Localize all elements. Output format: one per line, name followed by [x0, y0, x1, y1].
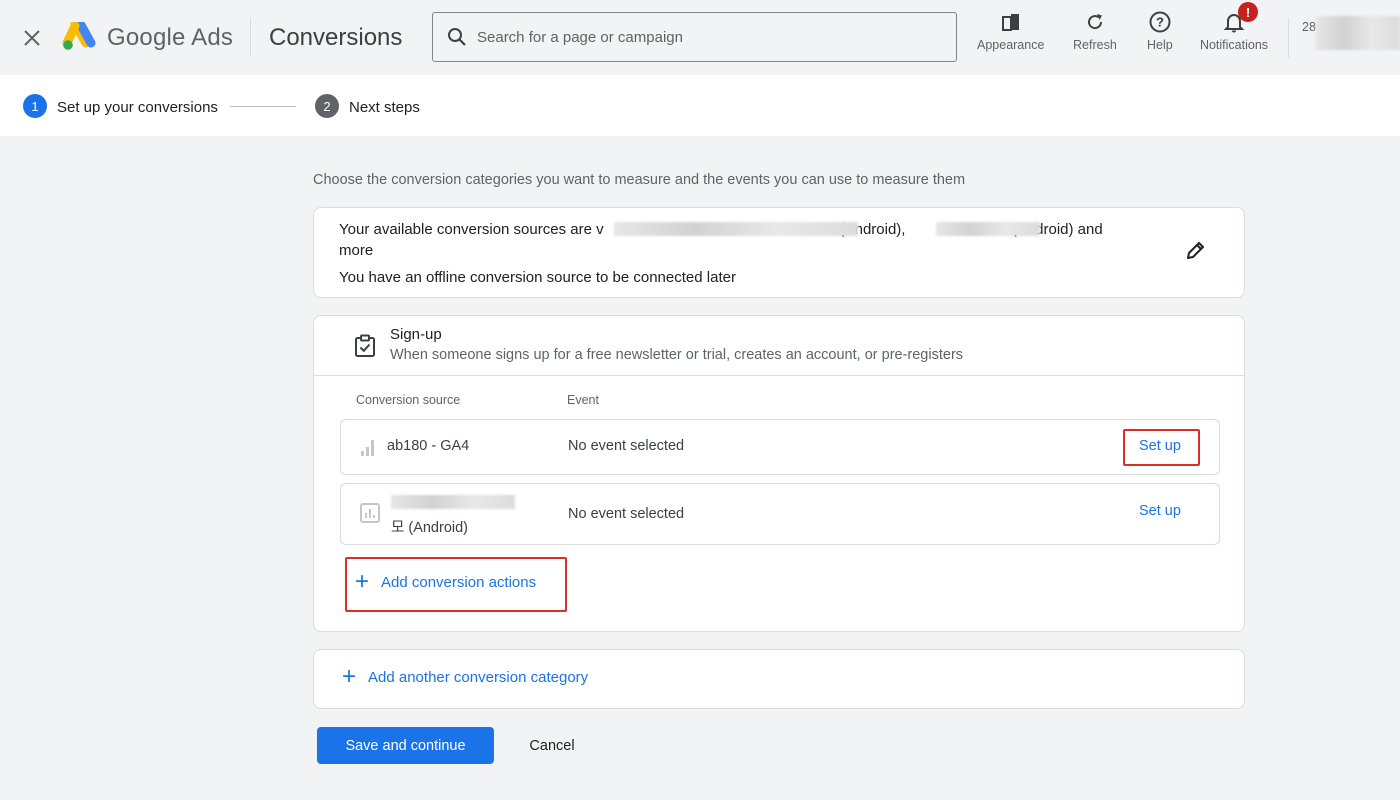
- plus-icon: +: [342, 663, 357, 690]
- column-header-event: Event: [567, 393, 599, 407]
- add-category-card: + Add another conversion category: [313, 649, 1245, 709]
- row-source: ab180 - GA4: [387, 438, 470, 454]
- search-box[interactable]: [432, 12, 957, 62]
- save-and-continue-button[interactable]: Save and continue: [317, 727, 494, 764]
- add-conversion-category-button[interactable]: + Add another conversion category: [342, 663, 589, 690]
- search-input[interactable]: [477, 28, 937, 46]
- brand-name: Google Ads: [107, 24, 234, 51]
- header-divider-right: [1288, 18, 1289, 58]
- google-ads-logo-icon: [62, 19, 96, 52]
- notifications-label: Notifications: [1199, 38, 1269, 52]
- redacted-source-1: [614, 222, 858, 236]
- svg-text:?: ?: [1156, 15, 1164, 30]
- row-source: 모 (Android): [391, 520, 469, 536]
- category-title: Sign-up: [390, 326, 442, 343]
- redacted-account: [1316, 16, 1400, 50]
- conversion-sources-card: Your available conversion sources are v(…: [313, 207, 1245, 298]
- table-row: 모 (Android) No event selected Set up: [340, 483, 1220, 545]
- bell-icon: !: [1196, 2, 1272, 36]
- redacted-source-name: [391, 495, 515, 509]
- notifications-button[interactable]: ! Notifications: [1196, 2, 1272, 52]
- column-header-source: Conversion source: [356, 393, 461, 407]
- account-id[interactable]: 28: [1302, 20, 1316, 34]
- refresh-label: Refresh: [1073, 38, 1117, 52]
- stepper: 1 Set up your conversions 2 Next steps: [0, 75, 1400, 136]
- table-row: ab180 - GA4 No event selected Set up: [340, 419, 1220, 475]
- signal-bars-icon: [360, 437, 376, 462]
- notification-badge: !: [1238, 2, 1258, 22]
- refresh-button[interactable]: Refresh: [1073, 8, 1117, 52]
- signup-category-card: Sign-up When someone signs up for a free…: [313, 315, 1245, 632]
- close-icon[interactable]: [20, 26, 44, 50]
- row-event: No event selected: [568, 506, 685, 522]
- sources-prefix: Your available conversion sources are: [339, 221, 597, 238]
- redacted-source-2: [936, 222, 1040, 236]
- page-title: Conversions: [269, 24, 403, 51]
- cancel-button[interactable]: Cancel: [512, 727, 592, 764]
- clipboard-check-icon: [354, 334, 376, 363]
- step-1-number: 1: [23, 94, 47, 118]
- step-1-label: Set up your conversions: [57, 99, 218, 116]
- step-2-label: Next steps: [349, 99, 420, 116]
- sources-partial: v: [596, 221, 604, 238]
- top-bar: Google Ads Conversions Appearance Refres…: [0, 0, 1400, 75]
- help-label: Help: [1147, 38, 1173, 52]
- plus-icon: +: [355, 568, 370, 595]
- sources-more: more: [339, 242, 374, 259]
- analytics-icon: [360, 503, 380, 528]
- appearance-label: Appearance: [977, 38, 1045, 52]
- add-conversion-category-label: Add another conversion category: [368, 668, 589, 686]
- offline-source-note: You have an offline conversion source to…: [339, 269, 736, 286]
- appearance-icon: [1000, 8, 1022, 36]
- appearance-button[interactable]: Appearance: [977, 8, 1044, 52]
- refresh-icon: [1084, 8, 1106, 36]
- header-divider: [250, 18, 251, 56]
- help-icon: ?: [1148, 8, 1172, 36]
- add-conversion-actions-label: Add conversion actions: [381, 573, 537, 591]
- row-event: No event selected: [568, 438, 685, 454]
- intro-text: Choose the conversion categories you wan…: [313, 172, 966, 188]
- add-conversion-actions-button[interactable]: + Add conversion actions: [355, 568, 537, 595]
- edit-icon[interactable]: [1182, 238, 1208, 264]
- step-2-number: 2: [315, 94, 339, 118]
- category-header: Sign-up When someone signs up for a free…: [314, 316, 1244, 376]
- help-button[interactable]: ? Help: [1147, 8, 1173, 52]
- setup-button[interactable]: Set up: [1139, 503, 1181, 519]
- search-icon: [448, 28, 466, 46]
- category-description: When someone signs up for a free newslet…: [390, 347, 964, 363]
- setup-button[interactable]: Set up: [1139, 438, 1181, 454]
- step-connector: [230, 106, 296, 107]
